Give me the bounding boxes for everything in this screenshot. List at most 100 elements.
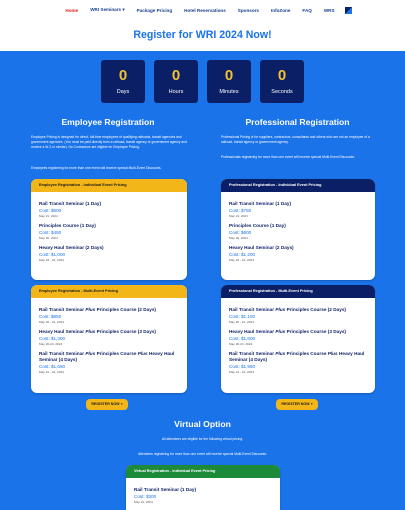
list-item: Rail Transit Seminar Plus Principles Cou… xyxy=(229,351,367,374)
event-date: May 20 - 21, 2024 xyxy=(39,320,64,324)
event-name-part: Principles Course (2 Days) xyxy=(95,307,156,312)
event-date: May 20-24, 2024 xyxy=(39,342,63,346)
plus-label: Plus xyxy=(275,351,286,356)
countdown: 0 Days 0 Hours 0 Minutes 0 Seconds xyxy=(0,60,405,103)
nav-sponsors[interactable]: Sponsors xyxy=(238,8,259,13)
event-cost: Cost: $850 xyxy=(39,314,62,319)
employee-description: Employee Pricing is designed for direct,… xyxy=(31,135,187,149)
event-cost: Cost: $600 xyxy=(229,230,252,235)
nav-wrs[interactable]: WRS xyxy=(324,8,335,13)
list-item: Rail Transit Seminar Plus Principles Cou… xyxy=(39,351,179,374)
countdown-hours: 0 Hours xyxy=(154,60,198,103)
list-item: Principles Course (1 Day) Cost: $450 May… xyxy=(39,223,179,240)
list-item: Rail Transit Seminar Plus Principles Cou… xyxy=(229,307,367,324)
employee-multi-card: Employee Registration - Multi-Event Pric… xyxy=(31,285,187,393)
countdown-label: Days xyxy=(116,89,130,95)
event-cost: Cost: $750 xyxy=(229,208,252,213)
top-nav: Home WRI Seminars ▾ Package Pricing Hote… xyxy=(0,0,405,20)
professional-discount-note: Professionals registering for more than … xyxy=(221,155,355,159)
nav-package-pricing[interactable]: Package Pricing xyxy=(137,8,173,13)
event-date: May 23 - 24, 2024 xyxy=(39,258,64,262)
nav-infozone[interactable]: InfoZone xyxy=(271,8,290,13)
professional-register-button[interactable]: REGISTER NOW » xyxy=(276,399,318,410)
nav-hotel-reservations[interactable]: Hotel Reservations xyxy=(184,8,226,13)
countdown-minutes: 0 Minutes xyxy=(207,60,251,103)
plus-label: Plus xyxy=(85,329,96,334)
professional-individual-card: Professional Registration - Individual E… xyxy=(221,179,375,280)
virtual-discount-note: Attendees registering for more than one … xyxy=(137,452,267,456)
nav-wri-seminars[interactable]: WRI Seminars ▾ xyxy=(90,7,124,13)
nav-home[interactable]: Home xyxy=(65,8,78,13)
event-date: May 20, 2024 xyxy=(229,236,248,240)
event-cost: Cost: $1,300 xyxy=(39,336,66,341)
event-date: May 21, 2024 xyxy=(134,500,153,504)
employee-individual-card: Employee Registration - Individual Event… xyxy=(31,179,187,280)
event-name-part: Principles Course (3 Days) xyxy=(95,329,156,334)
plus-label: Plus xyxy=(275,329,286,334)
card-header: Employee Registration - Individual Event… xyxy=(31,179,187,192)
event-name-part: Rail Transit Seminar xyxy=(39,351,86,356)
countdown-label: Minutes xyxy=(219,89,239,95)
event-name-part: Rail Transit Seminar xyxy=(229,351,276,356)
event-name-part: Heavy Haul Seminar xyxy=(39,329,86,334)
countdown-value: 0 xyxy=(118,67,128,84)
list-item: Rail Transit Seminar (1 Day) Cost: $300 … xyxy=(134,487,272,504)
countdown-value: 0 xyxy=(224,67,234,84)
plus-label: Plus xyxy=(85,307,96,312)
plus-label: Plus xyxy=(327,351,338,356)
nav-wri-seminars-label: WRI Seminars xyxy=(90,7,122,12)
event-date: May 20, 2024 xyxy=(39,236,58,240)
event-name-part: Principles Course xyxy=(95,351,138,356)
countdown-label: Seconds xyxy=(271,89,293,95)
event-name-part: Rail Transit Seminar xyxy=(39,307,86,312)
card-header: Virtual Registration - Individual Event … xyxy=(126,465,280,478)
virtual-heading: Virtual Option xyxy=(174,419,231,429)
list-item: Rail Transit Seminar (1 Day) Cost: $750 … xyxy=(229,201,367,218)
event-date: May 21, 2024 xyxy=(39,214,58,218)
event-name-part: Principles Course (2 Days) xyxy=(285,307,346,312)
event-cost: Cost: $1,000 xyxy=(39,252,66,257)
employee-register-button[interactable]: REGISTER NOW » xyxy=(86,399,128,410)
event-cost: Cost: $300 xyxy=(134,494,157,499)
event-cost: Cost: $600 xyxy=(39,208,62,213)
event-date: May 20-24, 2024 xyxy=(229,342,253,346)
plus-label: Plus xyxy=(85,351,96,356)
event-name: Rail Transit Seminar Plus Principles Cou… xyxy=(229,351,367,363)
event-name: Rail Transit Seminar Plus Principles Cou… xyxy=(39,351,179,363)
event-date: May 20 - 21, 2024 xyxy=(229,320,254,324)
event-name-part: Principles Course (3 Days) xyxy=(285,329,346,334)
brand-logo-icon[interactable] xyxy=(344,6,352,14)
event-name-part: Rail Transit Seminar xyxy=(229,307,276,312)
card-header: Professional Registration - Multi-Event … xyxy=(221,285,375,298)
event-cost: Cost: $450 xyxy=(39,230,62,235)
countdown-value: 0 xyxy=(171,67,181,84)
event-cost: Cost: $1,650 xyxy=(39,364,66,369)
event-name-part: Heavy Haul Seminar xyxy=(229,329,276,334)
event-date: May 21 - 24, 2024 xyxy=(39,370,64,374)
page-title: Register for WRI 2024 Now! xyxy=(133,29,272,41)
list-item: Rail Transit Seminar (1 Day) Cost: $600 … xyxy=(39,201,179,218)
event-date: May 21 - 24, 2024 xyxy=(229,370,254,374)
event-date: May 21, 2024 xyxy=(229,214,248,218)
list-item: Heavy Haul Seminar (2 Days) Cost: $1,000… xyxy=(39,245,179,262)
event-cost: Cost: $1,200 xyxy=(229,252,256,257)
employee-heading: Employee Registration xyxy=(61,117,155,127)
title-bar: Register for WRI 2024 Now! xyxy=(0,20,405,51)
event-date: May 23 - 24, 2024 xyxy=(229,258,254,262)
countdown-days: 0 Days xyxy=(101,60,145,103)
list-item: Principles Course (1 Day) Cost: $600 May… xyxy=(229,223,367,240)
professional-description: Professional Pricing is for suppliers, c… xyxy=(221,135,370,144)
countdown-seconds: 0 Seconds xyxy=(260,60,304,103)
list-item: Rail Transit Seminar Plus Principles Cou… xyxy=(39,307,179,324)
nav-faq[interactable]: FAQ xyxy=(302,8,311,13)
list-item: Heavy Haul Seminar Plus Principles Cours… xyxy=(39,329,179,346)
event-cost: Cost: $1,950 xyxy=(229,364,256,369)
virtual-description: All attendees are eligible for the follo… xyxy=(161,437,244,441)
professional-heading: Professional Registration xyxy=(245,117,350,127)
virtual-individual-card: Virtual Registration - Individual Event … xyxy=(126,465,280,510)
plus-label: Plus xyxy=(137,351,148,356)
employee-discount-note: Employees registering for more than one … xyxy=(31,166,162,170)
event-cost: Cost: $1,150 xyxy=(229,314,256,319)
countdown-value: 0 xyxy=(277,67,287,84)
plus-label: Plus xyxy=(275,307,286,312)
